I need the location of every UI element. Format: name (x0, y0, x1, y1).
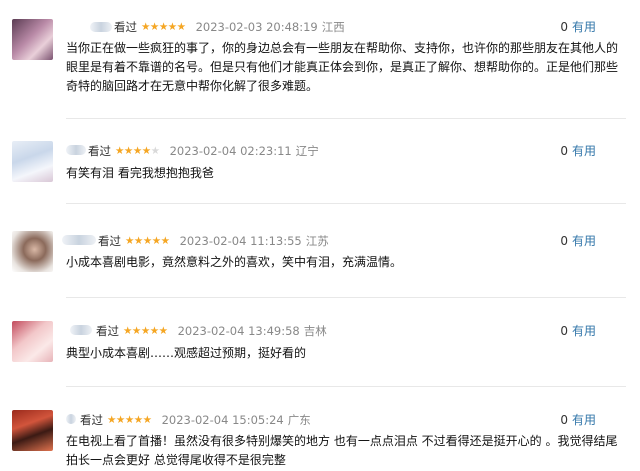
useful-vote: 0 有用 (560, 232, 596, 249)
rating-stars: ★★★★★ (107, 414, 152, 426)
review-date: 2023-02-04 15:05:24 (161, 413, 284, 427)
useful-vote: 0 有用 (560, 18, 596, 35)
watch-status: 看过 (96, 324, 119, 338)
review-region: 辽宁 (295, 144, 319, 158)
review-date: 2023-02-04 11:13:55 (179, 234, 302, 248)
useful-vote: 0 有用 (560, 322, 596, 339)
useful-button[interactable]: 有用 (572, 322, 596, 339)
divider (66, 118, 626, 119)
rating-stars: ★★★★★ (123, 325, 168, 337)
review-region: 江苏 (305, 234, 329, 248)
watch-status: 看过 (114, 20, 137, 34)
review-content: 当你正在做一些疯狂的事了，你的身边总会有一些朋友在帮助你、支持你，也许你的那些朋… (66, 41, 619, 93)
useful-count: 0 (560, 19, 568, 34)
useful-button[interactable]: 有用 (572, 411, 596, 428)
review-date: 2023-02-03 20:48:19 (195, 20, 318, 34)
useful-count: 0 (560, 233, 568, 248)
watch-status: 看过 (80, 413, 103, 427)
useful-vote: 0 有用 (560, 142, 596, 159)
review-meta: 看过 ★★★★★ 2023-02-04 11:13:55 江苏 (98, 232, 329, 250)
review-content: 典型小成本喜剧……观感超过预期，挺好看的 (66, 346, 307, 360)
blurred-username[interactable] (66, 145, 86, 155)
review-date: 2023-02-04 13:49:58 (177, 324, 300, 338)
review-content: 在电视上看了首播！虽然没有很多特别爆笑的地方 也有一点点泪点 不过看得还是挺开心… (66, 434, 618, 467)
review-date: 2023-02-04 02:23:11 (169, 144, 292, 158)
review-region: 吉林 (303, 324, 327, 338)
useful-vote: 0 有用 (560, 411, 596, 428)
useful-count: 0 (560, 323, 568, 338)
useful-count: 0 (560, 143, 568, 158)
blurred-username[interactable] (62, 235, 96, 245)
review-meta: 看过 ★★★★★ 2023-02-04 15:05:24 广东 (80, 411, 311, 429)
avatar[interactable] (12, 231, 53, 272)
review-meta: 看过 ★★★★★ 2023-02-03 20:48:19 江西 (114, 18, 345, 36)
review-content: 小成本喜剧电影，竟然意料之外的喜欢，笑中有泪，充满温情。 (66, 255, 403, 269)
avatar[interactable] (12, 19, 53, 60)
divider (66, 297, 626, 298)
divider (66, 386, 626, 387)
blurred-username[interactable] (70, 325, 92, 335)
review-region: 广东 (287, 413, 311, 427)
useful-button[interactable]: 有用 (572, 232, 596, 249)
rating-stars: ★★★★★ (115, 145, 160, 157)
useful-button[interactable]: 有用 (572, 142, 596, 159)
watch-status: 看过 (88, 144, 111, 158)
review-content: 有笑有泪 看完我想抱抱我爸 (66, 166, 214, 180)
avatar[interactable] (12, 410, 53, 451)
review-region: 江西 (321, 20, 345, 34)
avatar[interactable] (12, 321, 53, 362)
watch-status: 看过 (98, 234, 121, 248)
avatar[interactable] (12, 141, 53, 182)
blurred-username[interactable] (90, 22, 112, 32)
useful-count: 0 (560, 412, 568, 427)
review-meta: 看过 ★★★★★ 2023-02-04 02:23:11 辽宁 (88, 142, 319, 160)
useful-button[interactable]: 有用 (572, 18, 596, 35)
divider (66, 203, 626, 204)
blurred-username[interactable] (66, 414, 76, 424)
rating-stars: ★★★★★ (141, 21, 186, 33)
review-meta: 看过 ★★★★★ 2023-02-04 13:49:58 吉林 (96, 322, 327, 340)
rating-stars: ★★★★★ (125, 235, 170, 247)
